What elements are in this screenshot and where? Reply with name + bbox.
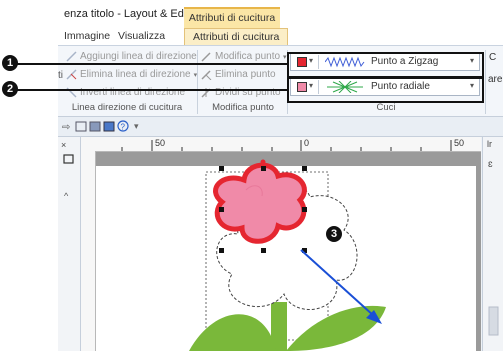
scrollbar-thumb	[488, 306, 499, 336]
svg-text:×: ×	[61, 140, 66, 150]
delete-direction-line-label: Elimina linea di direzione	[80, 69, 191, 80]
delete-point-icon	[201, 69, 212, 81]
left-panel-controls: × ^	[61, 140, 74, 201]
modify-point-button[interactable]: Modifica punto ▾	[201, 51, 287, 62]
delete-point-button[interactable]: Elimina punto	[201, 69, 276, 81]
ribbon-separator	[485, 50, 486, 114]
vertical-ruler	[81, 151, 96, 351]
delete-line-icon	[66, 69, 77, 80]
callout-3: 3	[326, 226, 342, 242]
svg-text:^: ^	[64, 191, 69, 201]
add-direction-line-label: Aggiungi linea di direzione	[80, 51, 197, 62]
delete-direction-line-button[interactable]: Elimina linea di direzione ▾	[66, 69, 197, 80]
horizontal-ruler: 50 0 50	[81, 137, 481, 152]
stem-and-leaves	[189, 302, 386, 351]
modify-group-label: Modifica punto	[212, 102, 274, 113]
layout-icon	[89, 121, 101, 132]
callout-1: 1	[2, 55, 18, 71]
right-panel: lr ɛ	[482, 137, 503, 351]
add-direction-line-button[interactable]: Aggiungi linea di direzione	[66, 51, 197, 62]
ribbon-right-edge-text: C	[489, 52, 497, 63]
ribbon-tabs: Immagine Visualizza Attributi di cucitur…	[58, 28, 503, 46]
svg-text:ɛ: ɛ	[488, 159, 493, 170]
svg-text:⇨: ⇨	[62, 122, 70, 133]
callout-line-2	[14, 89, 288, 91]
svg-text:?: ?	[121, 123, 126, 132]
direction-group-label: Linea direzione di cucitura	[71, 102, 183, 113]
right-panel-controls: lr ɛ	[487, 139, 499, 336]
modify-point-label: Modifica punto	[215, 51, 281, 62]
rotation-handle	[260, 159, 266, 165]
left-panel: × ^	[58, 137, 81, 351]
svg-text:lr: lr	[487, 139, 492, 149]
tab-visualizza[interactable]: Visualizza	[118, 30, 165, 42]
ruler-ticks	[121, 140, 452, 151]
ribbon-right-edge-text: are	[488, 74, 503, 85]
svg-text:▾: ▾	[134, 121, 139, 131]
quick-access-toolbar: ⇨ ? ▾	[58, 117, 503, 137]
add-line-icon	[66, 51, 77, 62]
panel-icon	[63, 154, 74, 164]
callout-highlight-2	[287, 77, 484, 103]
tab-immagine[interactable]: Immagine	[64, 30, 110, 42]
design-canvas[interactable]	[96, 152, 481, 351]
callout-line-1	[14, 63, 288, 65]
callout-highlight-1	[287, 52, 484, 78]
view-icon	[75, 121, 87, 132]
tile-icon	[103, 121, 115, 132]
pencil-icon	[201, 51, 212, 62]
ribbon-edge-text: ti	[58, 70, 63, 81]
contextual-tab-header: Attributi di cucitura	[184, 7, 280, 30]
design-workspace[interactable]: 3	[96, 152, 481, 351]
tab-attributi-di-cucitura[interactable]: Attributi di cucitura	[184, 28, 289, 45]
delete-point-label: Elimina punto	[215, 69, 276, 80]
quick-access-icons: ⇨ ? ▾	[62, 120, 139, 133]
title-bar: enza titolo - Layout & Editing Attributi…	[58, 0, 503, 30]
stitch-group-label: Cuci	[376, 102, 396, 113]
callout-2: 2	[2, 81, 18, 97]
